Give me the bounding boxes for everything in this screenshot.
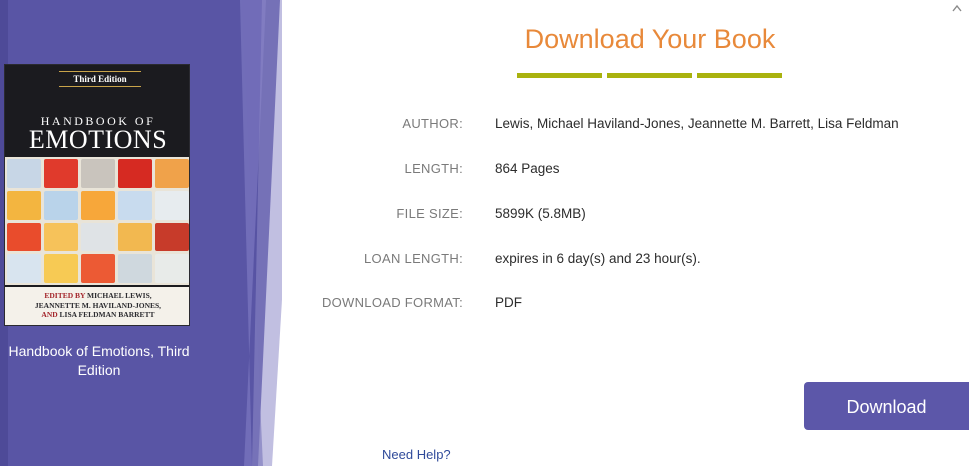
cover-title-main: EMOTIONS xyxy=(28,125,168,154)
detail-row-download-format: DOWNLOAD FORMAT: PDF xyxy=(290,295,969,315)
cover-credits-and: AND xyxy=(41,310,58,319)
detail-row-loan-length: LOAN LENGTH: expires in 6 day(s) and 23 … xyxy=(290,251,969,271)
book-caption: Handbook of Emotions, Third Edition xyxy=(8,343,190,378)
detail-value: PDF xyxy=(495,295,522,310)
chevron-up-icon[interactable] xyxy=(950,2,964,16)
detail-label: AUTHOR: xyxy=(402,116,463,131)
title-underline-segment xyxy=(697,73,782,78)
detail-row-author: AUTHOR: Lewis, Michael Haviland-Jones, J… xyxy=(290,116,969,136)
detail-label: LENGTH: xyxy=(404,161,463,176)
cover-credits-line2: JEANNETTE M. HAVILAND-JONES, xyxy=(34,300,162,310)
detail-value: Lewis, Michael Haviland-Jones, Jeannette… xyxy=(495,116,899,131)
detail-value: expires in 6 day(s) and 23 hour(s). xyxy=(495,251,701,266)
page-title: Download Your Book xyxy=(524,24,776,54)
detail-value: 5899K (5.8MB) xyxy=(495,206,586,221)
detail-value: 864 Pages xyxy=(495,161,560,176)
cover-credits-prefix: EDITED BY xyxy=(44,291,86,300)
need-help-link[interactable]: Need Help? xyxy=(382,447,451,462)
download-book-page: Third Edition HANDBOOK OF EMOTIONS EDITE… xyxy=(0,0,969,466)
detail-label: LOAN LENGTH: xyxy=(364,251,463,266)
title-underline-segment xyxy=(517,73,602,78)
detail-row-file-size: FILE SIZE: 5899K (5.8MB) xyxy=(290,206,969,226)
detail-label: DOWNLOAD FORMAT: xyxy=(321,295,463,310)
detail-label: FILE SIZE: xyxy=(396,206,463,221)
book-cover: Third Edition HANDBOOK OF EMOTIONS EDITE… xyxy=(4,64,190,326)
cover-credits-line1: MICHAEL LEWIS, xyxy=(87,291,152,300)
cover-credits: EDITED BY MICHAEL LEWIS, JEANNETTE M. HA… xyxy=(5,287,189,325)
download-button[interactable]: Download xyxy=(804,382,969,430)
cover-tiles-image xyxy=(5,157,189,285)
cover-credits-line3: LISA FELDMAN BARRETT xyxy=(59,310,155,319)
cover-edition: Third Edition xyxy=(59,71,141,87)
book-panel: Third Edition HANDBOOK OF EMOTIONS EDITE… xyxy=(0,0,282,466)
title-underline-segment xyxy=(607,73,692,78)
detail-row-length: LENGTH: 864 Pages xyxy=(290,161,969,181)
